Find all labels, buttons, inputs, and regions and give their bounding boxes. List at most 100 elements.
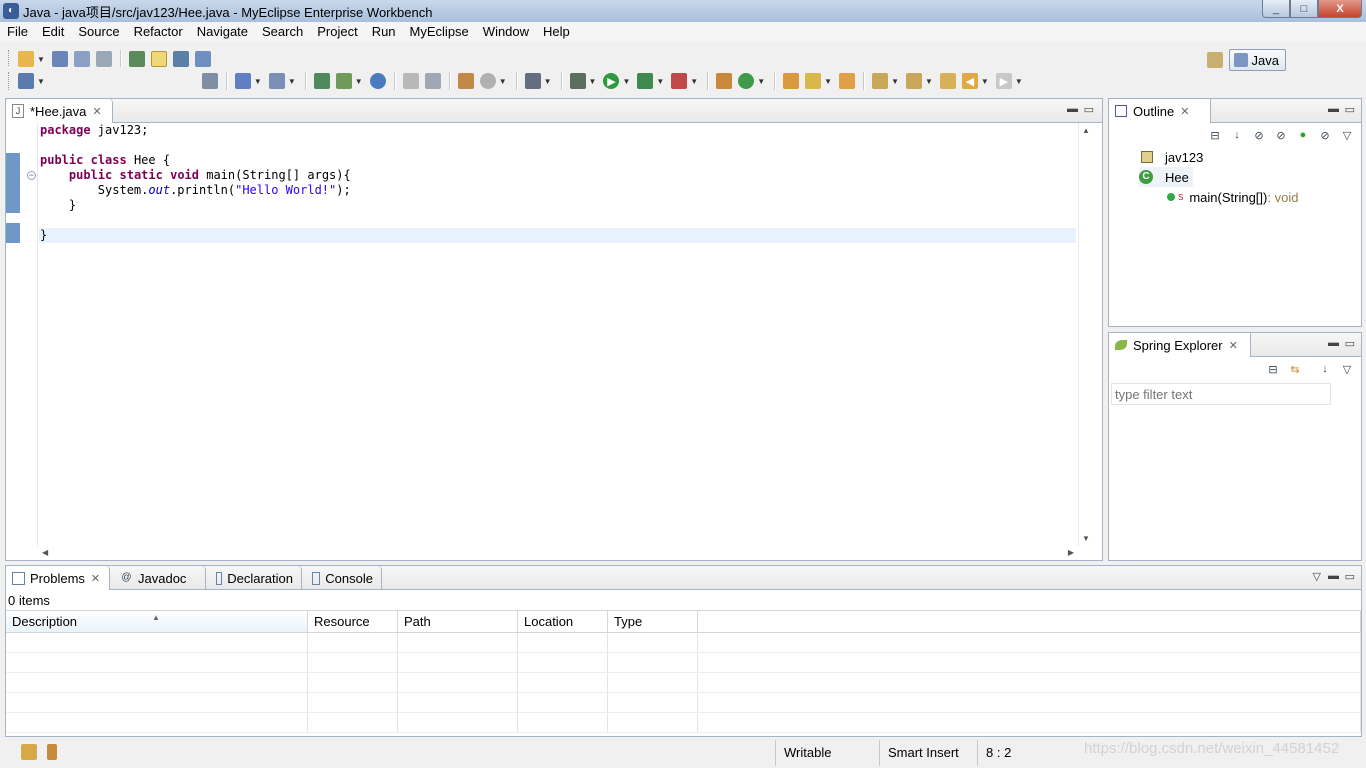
maximize-view-icon[interactable]: ▭ (1345, 103, 1355, 116)
chevron-down-icon[interactable]: ▼ (1015, 77, 1023, 86)
sort-icon[interactable]: ↓ (1317, 361, 1333, 377)
minimize-view-icon[interactable]: ▬ (1328, 337, 1339, 349)
maximize-view-icon[interactable]: ▭ (1084, 103, 1094, 116)
run-icon[interactable]: ▶ (603, 73, 620, 89)
maximize-button[interactable]: □ (1290, 0, 1318, 18)
jsr-icon[interactable] (201, 73, 218, 89)
collapse-all-icon[interactable]: ⊟ (1265, 361, 1281, 377)
debug-icon[interactable] (569, 73, 586, 89)
menu-project[interactable]: Project (310, 22, 364, 42)
chevron-down-icon[interactable]: ▼ (981, 77, 989, 86)
block-selection-icon[interactable] (172, 51, 189, 67)
editor-tab-hee-java[interactable]: J *Hee.java ✕ (6, 99, 113, 123)
code-line[interactable]: } (39, 198, 1076, 213)
show-whitespace-icon[interactable] (194, 51, 211, 67)
folding-ruler[interactable]: − (20, 123, 38, 546)
minimize-view-icon[interactable]: ▬ (1328, 570, 1339, 582)
hide-local-types-icon[interactable]: ⊘ (1317, 127, 1333, 143)
profile-icon[interactable] (479, 73, 496, 89)
fast-view-icon[interactable] (21, 744, 37, 760)
menu-navigate[interactable]: Navigate (190, 22, 255, 42)
filter-input[interactable] (1111, 383, 1331, 405)
browser-icon[interactable] (369, 73, 386, 89)
column-header-type[interactable]: Type (608, 611, 698, 632)
hide-non-public-icon[interactable]: ● (1295, 127, 1311, 143)
menu-file[interactable]: File (0, 22, 35, 42)
scroll-down-icon[interactable]: ▼ (1082, 534, 1090, 543)
progress-icon[interactable] (47, 744, 57, 760)
horizontal-scrollbar[interactable]: ◀ ▶ (38, 546, 1078, 560)
maximize-view-icon[interactable]: ▭ (1345, 570, 1355, 583)
change-ruler[interactable] (6, 123, 20, 546)
chevron-down-icon[interactable]: ▼ (757, 77, 765, 86)
scroll-up-icon[interactable]: ▲ (1082, 126, 1090, 135)
column-header-description[interactable]: Description ▲ (6, 611, 308, 632)
chevron-down-icon[interactable]: ▼ (656, 77, 664, 86)
view-menu-icon[interactable]: ▽ (1313, 570, 1321, 583)
hide-static-icon[interactable]: ⊘ (1273, 127, 1289, 143)
sort-icon[interactable]: ↓ (1229, 127, 1245, 143)
outline-tab[interactable]: Outline ✕ (1109, 99, 1211, 123)
deploy-icon[interactable] (313, 73, 330, 89)
next-annotation-icon[interactable] (872, 73, 889, 89)
mark-occurrences-icon[interactable] (150, 51, 167, 67)
tree-item-class[interactable]: C Hee (1139, 167, 1193, 187)
chevron-down-icon[interactable]: ▼ (824, 77, 832, 86)
collapse-all-icon[interactable]: ⊟ (1207, 127, 1223, 143)
menu-run[interactable]: Run (365, 22, 403, 42)
new-java-project-icon[interactable] (18, 73, 34, 89)
code-line[interactable]: } (39, 228, 1076, 243)
chevron-down-icon[interactable]: ▼ (622, 77, 630, 86)
search-icon[interactable] (268, 73, 285, 89)
external-tools-icon[interactable] (671, 73, 688, 89)
save-all-icon[interactable] (73, 51, 90, 67)
column-header-location[interactable]: Location (518, 611, 608, 632)
chevron-down-icon[interactable]: ▼ (37, 55, 45, 64)
chevron-down-icon[interactable]: ▼ (254, 77, 262, 86)
run-server-icon[interactable] (335, 73, 352, 89)
chevron-down-icon[interactable]: ▼ (589, 77, 597, 86)
open-archive-icon[interactable] (839, 73, 856, 89)
minimize-view-icon[interactable]: ▬ (1067, 103, 1078, 115)
hide-fields-icon[interactable]: ⊘ (1251, 127, 1267, 143)
tab-declaration[interactable]: Declaration (210, 566, 302, 590)
previous-annotation-icon[interactable] (905, 73, 922, 89)
maximize-view-icon[interactable]: ▭ (1345, 337, 1355, 350)
menu-search[interactable]: Search (255, 22, 310, 42)
code-line[interactable]: public static void main(String[] args){ (39, 168, 1076, 183)
new-class-icon[interactable] (738, 73, 755, 89)
code-line[interactable]: public class Hee { (39, 153, 1076, 168)
code-line[interactable]: System.out.println("Hello World!"); (39, 183, 1076, 198)
menu-source[interactable]: Source (71, 22, 126, 42)
refresh-icon[interactable] (424, 73, 441, 89)
menu-refactor[interactable]: Refactor (127, 22, 190, 42)
coverage-icon[interactable] (637, 73, 654, 89)
code-line[interactable]: package jav123; (39, 123, 1076, 138)
camera-icon[interactable] (524, 73, 541, 89)
tab-javadoc[interactable]: @ Javadoc (114, 566, 206, 590)
java-perspective-button[interactable]: Java (1228, 49, 1286, 71)
code-line[interactable] (39, 138, 1076, 153)
last-edit-location-icon[interactable] (939, 73, 956, 89)
new-package-icon[interactable] (716, 73, 733, 89)
save-icon[interactable] (51, 51, 68, 67)
open-perspective-icon[interactable] (1206, 52, 1223, 68)
collapse-icon[interactable]: − (27, 171, 36, 180)
spring-explorer-tab[interactable]: Spring Explorer ✕ (1109, 333, 1251, 357)
open-task-icon[interactable] (457, 73, 474, 89)
close-icon[interactable]: ✕ (91, 572, 100, 585)
code-line[interactable] (39, 213, 1076, 228)
scroll-right-icon[interactable]: ▶ (1068, 548, 1074, 557)
vertical-scrollbar[interactable]: ▲ ▼ (1078, 123, 1092, 546)
chevron-down-icon[interactable]: ▼ (288, 77, 296, 86)
column-header-filler[interactable] (698, 611, 1361, 632)
close-icon[interactable]: ✕ (92, 105, 101, 118)
open-type-icon[interactable] (234, 73, 251, 89)
close-button[interactable]: X (1318, 0, 1362, 18)
tree-item-package[interactable]: jav123 (1141, 147, 1203, 167)
chevron-down-icon[interactable]: ▼ (37, 77, 45, 86)
forward-icon[interactable]: ▶ (995, 73, 1012, 89)
toggle-breakpoint-icon[interactable] (128, 51, 145, 67)
pen-icon[interactable] (805, 73, 822, 89)
menu-window[interactable]: Window (476, 22, 536, 42)
